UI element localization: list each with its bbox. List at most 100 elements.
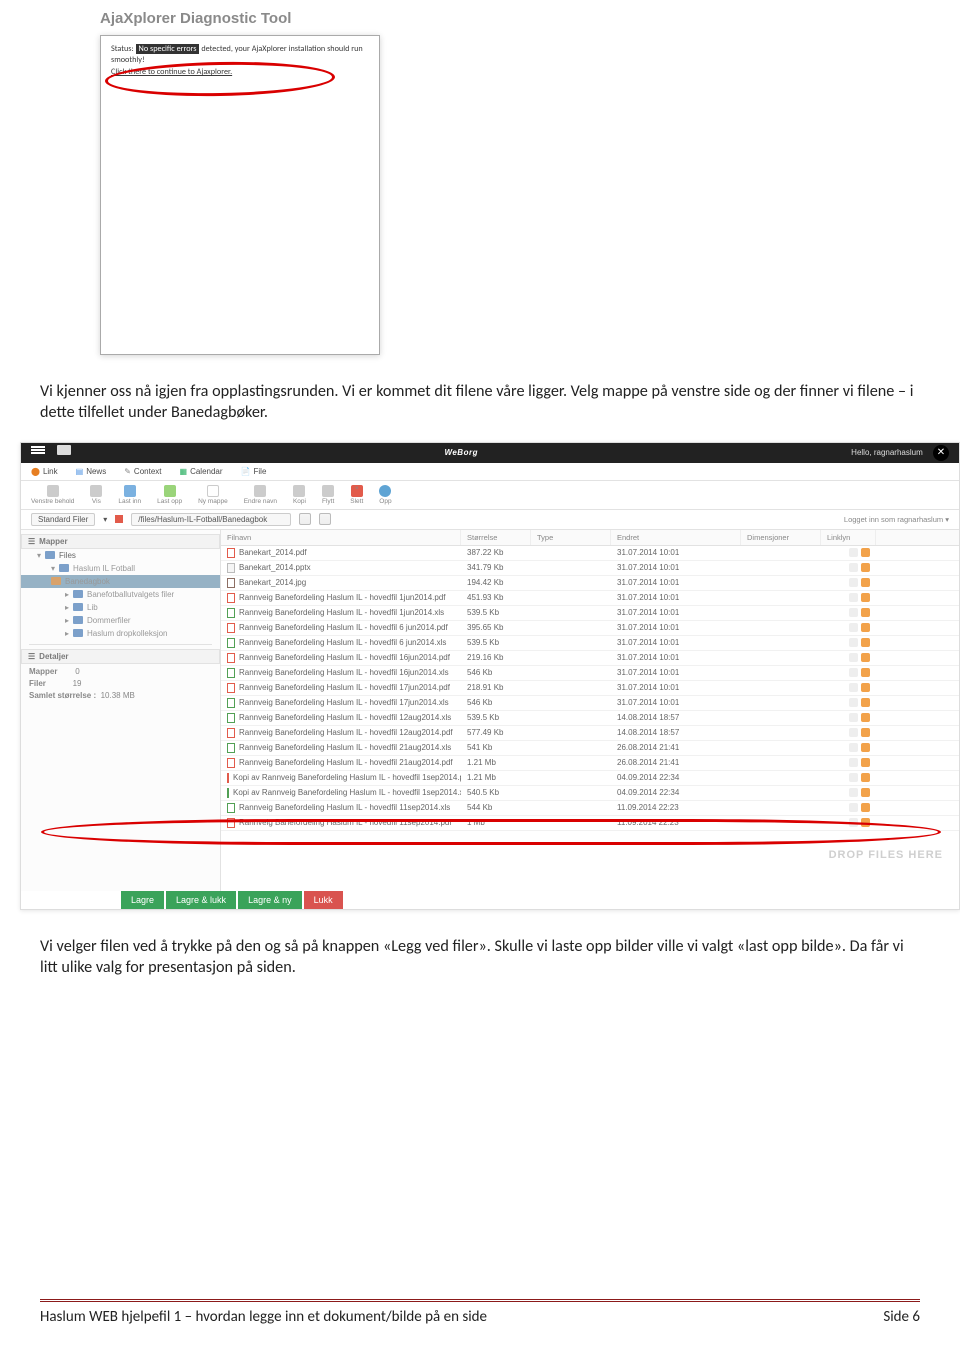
action-icon[interactable] [861,788,870,797]
action-icon[interactable] [849,563,858,572]
action-icon[interactable] [849,608,858,617]
action-icon[interactable] [849,653,858,662]
action-icon[interactable] [849,683,858,692]
action-icon[interactable] [849,728,858,737]
table-row[interactable]: Rannveig Banefordeling Haslum IL - hoved… [221,726,959,741]
action-icon[interactable] [849,698,858,707]
action-icon[interactable] [861,563,870,572]
close-icon[interactable]: ✕ [933,445,949,461]
table-row[interactable]: Rannveig Banefordeling Haslum IL - hoved… [221,591,959,606]
col-size[interactable]: Størrelse [461,530,531,545]
table-row[interactable]: Rannveig Banefordeling Haslum IL - hoved… [221,696,959,711]
action-icon[interactable] [849,713,858,722]
tree-selected-banedagbok[interactable]: Banedagbok [21,575,220,588]
col-actions[interactable]: Linklyn [821,530,876,545]
table-row[interactable]: Rannveig Banefordeling Haslum IL - hoved… [221,666,959,681]
refresh-icon[interactable] [319,513,331,525]
table-row[interactable]: Rannveig Banefordeling Haslum IL - hoved… [221,621,959,636]
save-button[interactable]: Lagre [121,891,164,909]
action-icon[interactable] [849,803,858,812]
col-type[interactable]: Type [531,530,611,545]
chevron-down-icon[interactable]: ▾ [103,515,107,524]
drop-area[interactable]: DROP FILES HERE [221,831,959,891]
table-row[interactable]: Kopi av Rannveig Banefordeling Haslum IL… [221,786,959,801]
action-icon[interactable] [849,638,858,647]
tb-upload[interactable]: Last opp [157,485,182,505]
action-icon[interactable] [861,713,870,722]
logged-in-label[interactable]: Logget inn som ragnarhaslum ▾ [844,515,949,524]
tree-club[interactable]: ▾Haslum IL Fotball [21,562,220,575]
folder-icon[interactable] [57,445,71,455]
path-input[interactable]: /files/Haslum-IL-Fotball/Banedagbok [131,513,291,526]
tab-file[interactable]: 📄File [241,467,267,476]
tab-context[interactable]: ✎Context [124,467,161,476]
action-icon[interactable] [861,593,870,602]
action-icon[interactable] [849,578,858,587]
col-dimensions[interactable]: Dimensjoner [741,530,821,545]
action-icon[interactable] [861,758,870,767]
action-icon[interactable] [849,548,858,557]
tb-newfolder[interactable]: Ny mappe [198,485,228,505]
action-icon[interactable] [861,683,870,692]
action-icon[interactable] [849,758,858,767]
close-button[interactable]: Lukk [304,891,343,909]
tb-view[interactable]: Vis [90,485,102,505]
action-icon[interactable] [861,623,870,632]
action-icon[interactable] [849,818,858,827]
table-row[interactable]: Rannveig Banefordeling Haslum IL - hoved… [221,606,959,621]
tb-info[interactable]: Opp [379,485,391,505]
tb-download[interactable]: Last inn [118,485,141,505]
action-icon[interactable] [861,608,870,617]
tree-child-4[interactable]: ▸Haslum dropkolleksjon [21,627,220,640]
search-icon[interactable] [299,513,311,525]
save-close-button[interactable]: Lagre & lukk [166,891,236,909]
table-row[interactable]: Rannveig Banefordeling Haslum IL - hoved… [221,816,959,831]
table-row[interactable]: Rannveig Banefordeling Haslum IL - hoved… [221,756,959,771]
action-icon[interactable] [849,743,858,752]
tab-link[interactable]: ⬤Link [31,467,58,476]
filter-select[interactable]: Standard Filer [31,513,95,526]
tb-move[interactable]: Flytt [322,485,334,505]
action-icon[interactable] [861,803,870,812]
action-icon[interactable] [861,773,870,782]
table-row[interactable]: Rannveig Banefordeling Haslum IL - hoved… [221,801,959,816]
save-new-button[interactable]: Lagre & ny [238,891,302,909]
table-row[interactable]: Rannveig Banefordeling Haslum IL - hoved… [221,651,959,666]
action-icon[interactable] [861,653,870,662]
table-row[interactable]: Banekart_2014.pptx341.79 Kb31.07.2014 10… [221,561,959,576]
action-icon[interactable] [849,623,858,632]
tb-delete[interactable]: ×Slett [350,485,363,505]
action-icon[interactable] [849,788,858,797]
action-icon[interactable] [849,593,858,602]
action-icon[interactable] [861,578,870,587]
menu-icon[interactable] [31,445,45,455]
action-icon[interactable] [861,668,870,677]
tab-news[interactable]: ▤News [76,467,107,476]
table-row[interactable]: Kopi av Rannveig Banefordeling Haslum IL… [221,771,959,786]
action-icon[interactable] [849,668,858,677]
tab-calendar[interactable]: ▦Calendar [180,467,223,476]
action-icon[interactable] [861,638,870,647]
col-modified[interactable]: Endret [611,530,741,545]
table-row[interactable]: Banekart_2014.jpg194.42 Kb31.07.2014 10:… [221,576,959,591]
col-filename[interactable]: Filnavn [221,530,461,545]
tree-files[interactable]: ▾Files [21,549,220,562]
tree-child-1[interactable]: ▸Banefotballutvalgets filer [21,588,220,601]
action-icon[interactable] [861,698,870,707]
tb-copy[interactable]: Kopi [293,485,306,505]
action-icon[interactable] [861,548,870,557]
row-actions [821,726,876,740]
tree-child-2[interactable]: ▸Lib [21,601,220,614]
action-icon[interactable] [861,818,870,827]
table-row[interactable]: Rannveig Banefordeling Haslum IL - hoved… [221,681,959,696]
table-row[interactable]: Rannveig Banefordeling Haslum IL - hoved… [221,741,959,756]
action-icon[interactable] [861,743,870,752]
table-row[interactable]: Rannveig Banefordeling Haslum IL - hoved… [221,636,959,651]
table-row[interactable]: Banekart_2014.pdf387.22 Kb31.07.2014 10:… [221,546,959,561]
tb-rename[interactable]: Endre navn [244,485,277,505]
table-row[interactable]: Rannveig Banefordeling Haslum IL - hoved… [221,711,959,726]
tree-child-3[interactable]: ▸Dommerfiler [21,614,220,627]
action-icon[interactable] [861,728,870,737]
tb-left[interactable]: Venstre behold [31,485,74,505]
action-icon[interactable] [849,773,858,782]
